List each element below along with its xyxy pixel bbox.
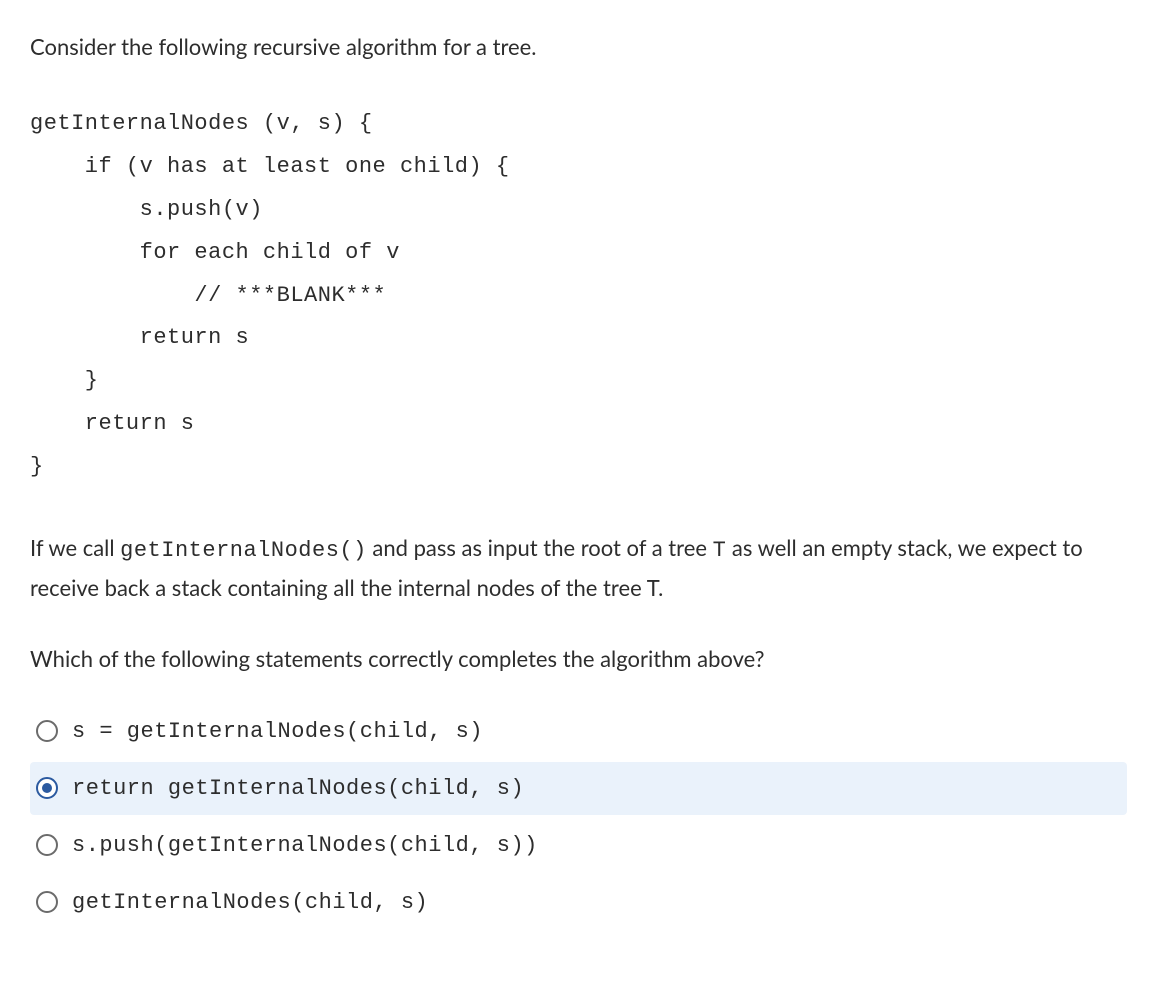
explain-pre: If we call — [30, 534, 120, 561]
option-label: return getInternalNodes(child, s) — [72, 772, 524, 805]
intro-text: Consider the following recursive algorit… — [30, 30, 1127, 63]
explain-mid: and pass as input the root of a tree — [367, 534, 713, 561]
option-3[interactable]: getInternalNodes(child, s) — [30, 876, 1127, 929]
question-text: Which of the following statements correc… — [30, 642, 1127, 675]
explain-code1: getInternalNodes() — [120, 538, 367, 563]
options-group: s = getInternalNodes(child, s) return ge… — [30, 705, 1127, 929]
option-2[interactable]: s.push(getInternalNodes(child, s)) — [30, 819, 1127, 872]
option-0[interactable]: s = getInternalNodes(child, s) — [30, 705, 1127, 758]
option-1[interactable]: return getInternalNodes(child, s) — [30, 762, 1127, 815]
radio-icon — [36, 720, 58, 742]
option-label: getInternalNodes(child, s) — [72, 886, 428, 919]
radio-icon — [36, 891, 58, 913]
explain-code2: T — [713, 538, 727, 563]
explanation-text: If we call getInternalNodes() and pass a… — [30, 529, 1127, 607]
radio-icon — [36, 777, 58, 799]
option-label: s.push(getInternalNodes(child, s)) — [72, 829, 538, 862]
code-block: getInternalNodes (v, s) { if (v has at l… — [30, 103, 1127, 489]
radio-icon — [36, 834, 58, 856]
option-label: s = getInternalNodes(child, s) — [72, 715, 483, 748]
